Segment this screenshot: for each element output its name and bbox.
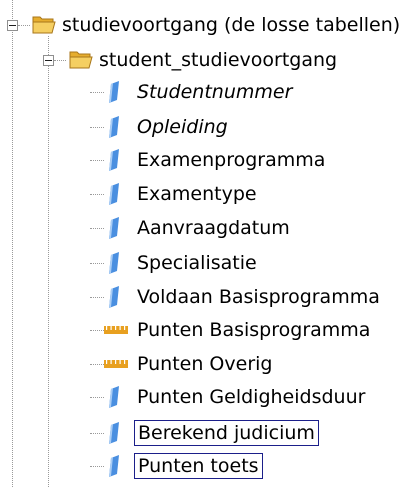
tree-connector-branch <box>90 364 104 365</box>
attribute-icon <box>109 217 119 239</box>
tree-connector-line-child <box>48 36 49 487</box>
tree-connector-branch <box>90 92 104 93</box>
measure-icon <box>104 360 128 368</box>
tree-connector-branch <box>90 160 104 161</box>
tree-field-label[interactable]: Punten Overig <box>137 351 272 377</box>
attribute-icon <box>109 183 119 205</box>
tree-connector-branch <box>90 433 104 434</box>
attribute-icon <box>109 116 119 138</box>
attribute-icon <box>109 386 119 408</box>
attribute-icon <box>109 286 119 308</box>
attribute-icon <box>109 81 119 103</box>
attribute-icon <box>109 455 119 477</box>
measure-icon <box>104 326 128 334</box>
tree-node-root-label[interactable]: studievoortgang (de losse tabellen) <box>62 12 400 38</box>
tree-field-label[interactable]: Studentnummer <box>137 79 292 105</box>
tree-connector-branch <box>90 297 104 298</box>
tree-connector-branch <box>90 397 104 398</box>
collapse-toggle-student-studievoortgang[interactable] <box>43 55 54 66</box>
tree-field-label[interactable]: Examentype <box>137 181 257 207</box>
attribute-icon <box>109 252 119 274</box>
tree-field-label[interactable]: Punten Basisprogramma <box>137 317 370 343</box>
tree-node-student-studievoortgang-label[interactable]: student_studievoortgang <box>99 47 337 73</box>
folder-open-icon <box>69 51 93 69</box>
tree-connector-branch <box>90 466 104 467</box>
tree-connector-branch <box>90 194 104 195</box>
tree-connector-branch-root <box>18 25 30 26</box>
tree-field-label[interactable]: Opleiding <box>137 114 228 140</box>
tree-field-label[interactable]: Aanvraagdatum <box>137 215 290 241</box>
tree-field-label[interactable]: Specialisatie <box>137 250 257 276</box>
attribute-icon <box>109 149 119 171</box>
tree-connector-branch <box>90 127 104 128</box>
tree-field-label[interactable]: Punten toets <box>134 453 263 479</box>
attribute-icon <box>109 422 119 444</box>
tree-field-label[interactable]: Examenprogramma <box>137 147 325 173</box>
tree-connector-branch <box>90 330 104 331</box>
tree-field-label[interactable]: Punten Geldigheidsduur <box>137 384 365 410</box>
tree-field-label[interactable]: Berekend judicium <box>134 420 319 446</box>
tree-connector-line-root <box>12 0 13 487</box>
tree-field-label[interactable]: Voldaan Basisprogramma <box>137 284 380 310</box>
collapse-toggle-root[interactable] <box>7 20 18 31</box>
tree-connector-branch <box>90 263 104 264</box>
tree-connector-branch-child <box>54 60 66 61</box>
tree-connector-branch <box>90 228 104 229</box>
folder-open-icon <box>32 16 56 34</box>
